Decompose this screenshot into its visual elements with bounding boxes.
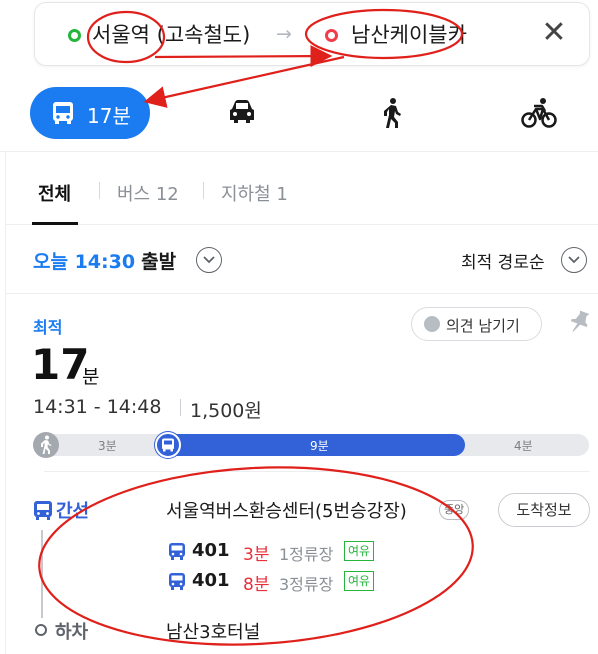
transit-duration: 17분	[87, 104, 131, 128]
pin-icon[interactable]	[568, 309, 590, 335]
destination-field[interactable]: 남산케이블카	[351, 19, 467, 49]
bus-icon	[53, 102, 73, 124]
tab-bus[interactable]: 버스 12	[117, 180, 179, 206]
bus-icon	[34, 501, 52, 520]
seat-status-badge: 여유	[344, 571, 375, 591]
bus-eta: 3분	[243, 545, 270, 565]
alight-stop[interactable]: 남산3호터널	[166, 618, 260, 644]
walk-segment-icon	[33, 432, 59, 458]
bus-stops-away: 1정류장	[279, 545, 334, 564]
tab-all[interactable]: 전체	[38, 180, 71, 206]
arrival-info-button[interactable]: 도착정보	[498, 493, 590, 527]
bus-segment-label: 9분	[310, 439, 329, 453]
alight-label: 하차	[55, 622, 89, 643]
tab-separator	[99, 182, 100, 199]
sort-option[interactable]: 최적 경로순	[461, 248, 545, 273]
departure-time: 오늘 14:30	[33, 251, 136, 273]
median-lane-badge: 중앙	[439, 500, 470, 520]
chevron-down-icon[interactable]	[196, 247, 222, 273]
departure-time-selector[interactable]: 오늘 14:30 출발	[33, 247, 176, 274]
divider	[5, 293, 598, 294]
bus-segment-icon	[155, 432, 181, 458]
panel-edge	[5, 151, 6, 654]
feedback-button[interactable]: 의견 남기기	[411, 307, 542, 341]
smile-icon	[424, 316, 440, 332]
feedback-label: 의견 남기기	[446, 317, 520, 335]
time-range: 14:31 - 14:48	[33, 396, 162, 418]
alight-dot-icon	[35, 624, 47, 636]
departure-label: 출발	[141, 251, 177, 273]
bus-eta: 8분	[243, 575, 270, 595]
duration-value: 17	[31, 340, 90, 389]
best-route-badge: 최적	[33, 318, 63, 337]
bus-number: 401	[192, 540, 230, 561]
bus-icon	[169, 543, 185, 560]
separator	[180, 399, 181, 416]
walk-icon[interactable]	[379, 97, 405, 129]
origin-field[interactable]: 서울역 (고속철도)	[92, 19, 250, 49]
tab-subway[interactable]: 지하철 1	[221, 180, 288, 206]
bus-icon	[169, 573, 185, 590]
tab-separator	[203, 182, 204, 199]
bus-number: 401	[192, 570, 230, 591]
bike-icon[interactable]	[521, 97, 557, 129]
car-icon[interactable]	[226, 97, 258, 127]
close-icon[interactable]: ✕	[538, 17, 570, 49]
walk-segment-label: 3분	[98, 439, 117, 453]
destination-dot-icon	[325, 29, 338, 42]
fare: 1,500원	[190, 400, 262, 422]
arrow-right-icon: →	[276, 23, 292, 45]
seat-status-badge: 여유	[344, 541, 375, 561]
duration-unit: 분	[82, 366, 100, 388]
route-line	[41, 530, 43, 618]
mode-tab-transit[interactable]: 17분	[30, 87, 150, 139]
bus-stops-away: 3정류장	[279, 575, 334, 594]
walk-segment-label: 4분	[514, 439, 533, 453]
route-search-bar[interactable]: 서울역 (고속철도) → 남산케이블카 ✕	[34, 2, 590, 66]
tab-active-indicator	[32, 222, 78, 225]
tab-divider	[5, 224, 598, 225]
divider	[0, 151, 598, 152]
divider	[44, 471, 589, 472]
bus-type-label: 간선	[56, 501, 90, 522]
origin-dot-icon	[68, 29, 81, 42]
chevron-down-icon[interactable]	[561, 247, 587, 273]
boarding-stop[interactable]: 서울역버스환승센터(5번승강장)	[166, 497, 407, 523]
